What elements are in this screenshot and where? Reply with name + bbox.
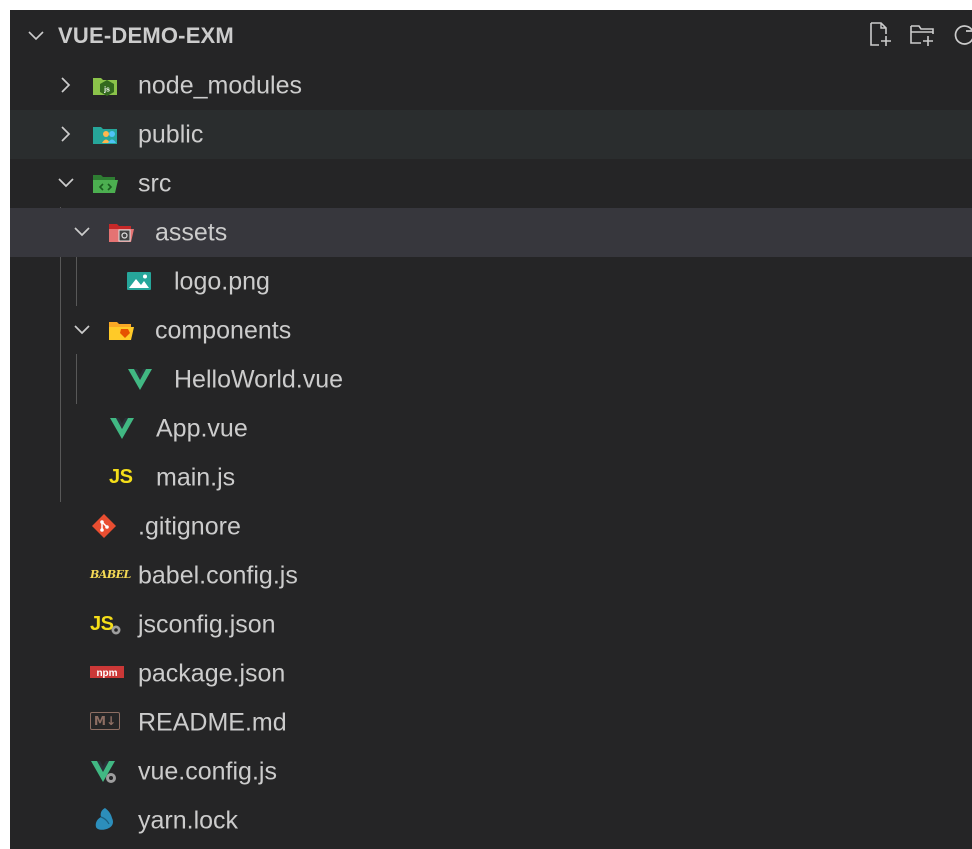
tree-file-main-js[interactable]: JS main.js	[10, 453, 972, 502]
tree-file-vue-config[interactable]: vue.config.js	[10, 747, 972, 796]
tree-label: vue.config.js	[138, 757, 277, 785]
src-folder-open-icon	[93, 175, 118, 193]
tree-folder-src[interactable]: src	[10, 159, 972, 208]
tree-label: assets	[155, 218, 228, 246]
explorer-header[interactable]: VUE-DEMO-EXM	[10, 10, 972, 60]
image-file-icon	[127, 272, 151, 290]
chevron-down-icon	[74, 325, 90, 335]
new-file-icon[interactable]	[866, 20, 894, 48]
vue-config-icon	[91, 761, 116, 783]
tree-label: main.js	[156, 463, 236, 491]
chevron-down-icon	[74, 227, 90, 237]
tree-file-helloworld-vue[interactable]: HelloWorld.vue	[10, 355, 972, 404]
tree-folder-assets[interactable]: assets	[10, 208, 972, 257]
tree-file-jsconfig[interactable]: JS jsconfig.json	[10, 600, 972, 649]
new-folder-icon[interactable]	[908, 20, 936, 48]
chevron-right-icon	[61, 126, 71, 142]
tree-file-readme[interactable]: M↓ README.md	[10, 698, 972, 747]
tree-file-app-vue[interactable]: App.vue	[10, 404, 972, 453]
tree-label: README.md	[138, 708, 287, 736]
tree-label: src	[138, 169, 172, 197]
chevron-down-icon[interactable]	[27, 27, 45, 45]
tree-label: yarn.lock	[138, 806, 239, 834]
tree-label: App.vue	[156, 414, 248, 442]
components-folder-open-icon	[109, 322, 134, 340]
tree-folder-components[interactable]: components	[10, 306, 972, 355]
tree-file-package-json[interactable]: npm package.json	[10, 649, 972, 698]
settings-gear-icon	[111, 625, 121, 635]
explorer-actions	[866, 20, 972, 48]
tree-label: node_modules	[138, 71, 303, 99]
git-icon	[92, 514, 116, 538]
tree-label: logo.png	[174, 267, 270, 295]
vue-file-icon	[110, 418, 134, 439]
tree-label: package.json	[138, 659, 286, 687]
node-folder-icon: js	[93, 78, 117, 96]
chevron-right-icon	[61, 77, 71, 93]
tree-label: HelloWorld.vue	[174, 365, 344, 393]
tree-label: .gitignore	[138, 512, 241, 540]
tree-file-logo-png[interactable]: logo.png	[10, 257, 972, 306]
tree-file-gitignore[interactable]: .gitignore	[10, 502, 972, 551]
tree-folder-public[interactable]: public	[10, 110, 972, 159]
assets-folder-open-icon	[109, 224, 134, 242]
svg-text:js: js	[103, 87, 110, 94]
refresh-icon[interactable]	[950, 20, 972, 48]
babel-icon: BABEL	[90, 568, 131, 581]
svg-text:npm: npm	[96, 668, 117, 679]
public-folder-icon	[93, 127, 117, 144]
project-title[interactable]: VUE-DEMO-EXM	[58, 23, 234, 49]
tree-label: babel.config.js	[138, 561, 298, 589]
js-file-icon: JS	[109, 466, 133, 488]
explorer-panel: VUE-DEMO-EXM js node_modules public src …	[10, 10, 972, 849]
tree-label: jsconfig.json	[138, 610, 276, 638]
chevron-down-icon	[58, 178, 74, 188]
tree-file-babel-config[interactable]: BABEL babel.config.js	[10, 551, 972, 600]
vue-file-icon	[128, 369, 152, 390]
tree-label: public	[138, 120, 204, 148]
npm-icon: npm	[90, 666, 124, 679]
tree-file-yarn-lock[interactable]: yarn.lock	[10, 796, 972, 845]
tree-folder-node-modules[interactable]: js node_modules	[10, 61, 972, 110]
yarn-icon	[95, 808, 113, 830]
markdown-icon: M↓	[90, 712, 120, 730]
tree-label: components	[155, 316, 292, 344]
